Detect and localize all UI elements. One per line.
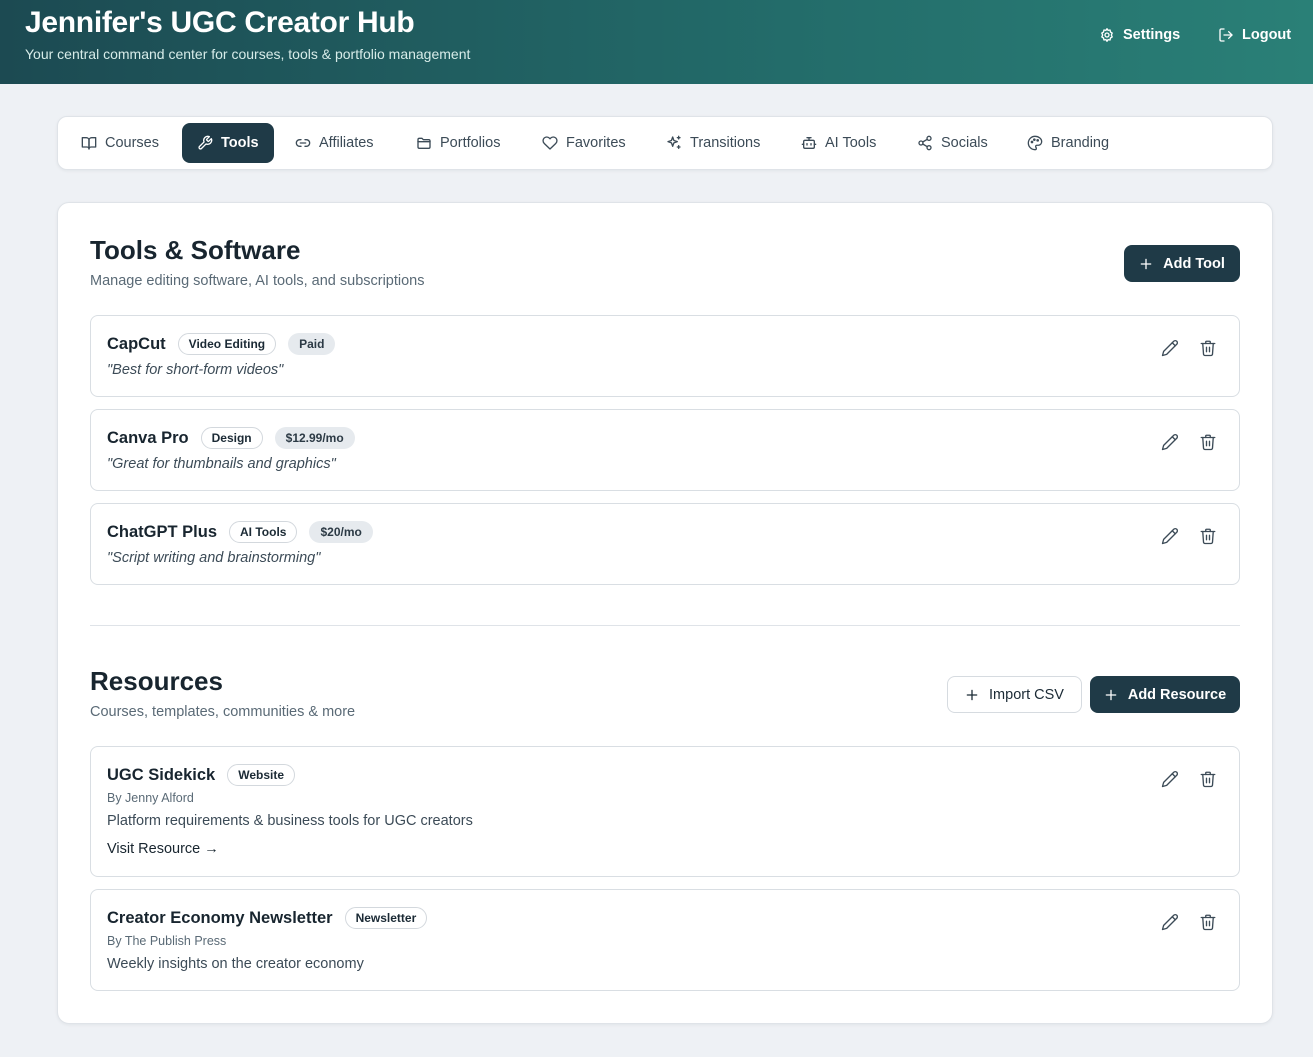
tab-socials[interactable]: Socials <box>902 123 1003 163</box>
wrench-icon <box>197 135 213 151</box>
tab-transitions[interactable]: Transitions <box>651 123 775 163</box>
tool-name: ChatGPT Plus <box>107 522 218 541</box>
folder-icon <box>416 135 432 151</box>
main-card: Tools & Software Manage editing software… <box>57 202 1273 1024</box>
tool-name: CapCut <box>107 334 166 353</box>
trash-icon[interactable] <box>1199 770 1217 788</box>
trash-icon[interactable] <box>1199 913 1217 931</box>
tool-card: Canva Pro Design $12.99/mo "Great for th… <box>90 409 1240 491</box>
tab-label: Socials <box>941 135 988 151</box>
tool-card: CapCut Video Editing Paid "Best for shor… <box>90 315 1240 397</box>
tools-section-subtitle: Manage editing software, AI tools, and s… <box>90 273 425 289</box>
resource-name: UGC Sidekick <box>107 765 216 784</box>
page-subtitle: Your central command center for courses,… <box>25 46 471 62</box>
book-icon <box>81 135 97 151</box>
type-badge: Website <box>227 764 296 786</box>
type-badge: Newsletter <box>344 907 428 929</box>
resources-section-subtitle: Courses, templates, communities & more <box>90 704 356 720</box>
tab-label: Branding <box>1051 135 1110 151</box>
tool-note: "Great for thumbnails and graphics" <box>107 456 336 472</box>
logout-icon <box>1218 27 1234 43</box>
add-resource-button[interactable]: Add Resource <box>1090 676 1240 713</box>
price-badge: $20/mo <box>309 521 373 543</box>
category-badge: Video Editing <box>177 333 277 355</box>
resource-description: Platform requirements & business tools f… <box>107 813 473 829</box>
resource-description: Weekly insights on the creator economy <box>107 956 364 972</box>
price-badge: $12.99/mo <box>274 427 355 449</box>
tab-branding[interactable]: Branding <box>1012 123 1124 163</box>
tool-name: Canva Pro <box>107 428 189 447</box>
tab-label: Favorites <box>566 135 626 151</box>
tab-label: Affiliates <box>319 135 374 151</box>
import-csv-label: Import CSV <box>989 686 1064 703</box>
tools-section-title: Tools & Software <box>90 235 301 265</box>
price-badge: Paid <box>288 333 336 355</box>
tab-portfolios[interactable]: Portfolios <box>401 123 515 163</box>
visit-resource-link[interactable]: Visit Resource → <box>107 841 219 857</box>
resource-card: Creator Economy Newsletter Newsletter By… <box>90 889 1240 991</box>
bot-icon <box>801 135 817 151</box>
category-badge: Design <box>200 427 263 449</box>
share-icon <box>917 135 933 151</box>
tab-tools[interactable]: Tools <box>182 123 274 163</box>
add-tool-label: Add Tool <box>1163 255 1225 272</box>
import-csv-button[interactable]: Import CSV <box>947 676 1082 713</box>
plus-icon <box>1139 257 1153 271</box>
heart-icon <box>542 135 558 151</box>
resource-name: Creator Economy Newsletter <box>107 908 333 927</box>
trash-icon[interactable] <box>1199 339 1217 357</box>
tab-label: Portfolios <box>440 135 501 151</box>
tab-favorites[interactable]: Favorites <box>527 123 641 163</box>
resource-author: By The Publish Press <box>107 934 227 948</box>
add-tool-button[interactable]: Add Tool <box>1124 245 1240 282</box>
settings-label: Settings <box>1123 27 1181 43</box>
page-title: Jennifer's UGC Creator Hub <box>25 6 415 39</box>
tool-note: "Best for short-form videos" <box>107 362 284 378</box>
resource-card: UGC Sidekick Website By Jenny Alford Pla… <box>90 746 1240 877</box>
main-nav: Courses Tools Affiliates Portfolios Favo… <box>57 116 1273 170</box>
app-header: Jennifer's UGC Creator Hub Your central … <box>0 0 1313 84</box>
pencil-icon[interactable] <box>1161 770 1179 788</box>
link-icon <box>295 135 311 151</box>
trash-icon[interactable] <box>1199 527 1217 545</box>
plus-icon <box>965 688 979 702</box>
add-resource-label: Add Resource <box>1127 686 1227 703</box>
tool-note: "Script writing and brainstorming" <box>107 550 321 566</box>
gear-icon <box>1099 27 1115 43</box>
tab-affiliates[interactable]: Affiliates <box>280 123 389 163</box>
pencil-icon[interactable] <box>1161 913 1179 931</box>
tab-label: Tools <box>221 135 259 151</box>
tab-label: AI Tools <box>825 135 877 151</box>
tab-label: Transitions <box>690 135 761 151</box>
logout-label: Logout <box>1242 27 1292 43</box>
plus-icon <box>1104 688 1118 702</box>
tab-courses[interactable]: Courses <box>66 123 174 163</box>
section-divider <box>90 625 1240 626</box>
tab-label: Courses <box>105 135 159 151</box>
pencil-icon[interactable] <box>1161 339 1179 357</box>
settings-button[interactable]: Settings <box>1099 24 1180 46</box>
resources-section-title: Resources <box>90 666 223 696</box>
sparkles-icon <box>666 135 682 151</box>
category-badge: AI Tools <box>229 521 298 543</box>
logout-button[interactable]: Logout <box>1218 24 1291 46</box>
pencil-icon[interactable] <box>1161 527 1179 545</box>
palette-icon <box>1027 135 1043 151</box>
pencil-icon[interactable] <box>1161 433 1179 451</box>
trash-icon[interactable] <box>1199 433 1217 451</box>
tab-ai-tools[interactable]: AI Tools <box>786 123 891 163</box>
tool-card: ChatGPT Plus AI Tools $20/mo "Script wri… <box>90 503 1240 585</box>
resource-author: By Jenny Alford <box>107 791 194 805</box>
